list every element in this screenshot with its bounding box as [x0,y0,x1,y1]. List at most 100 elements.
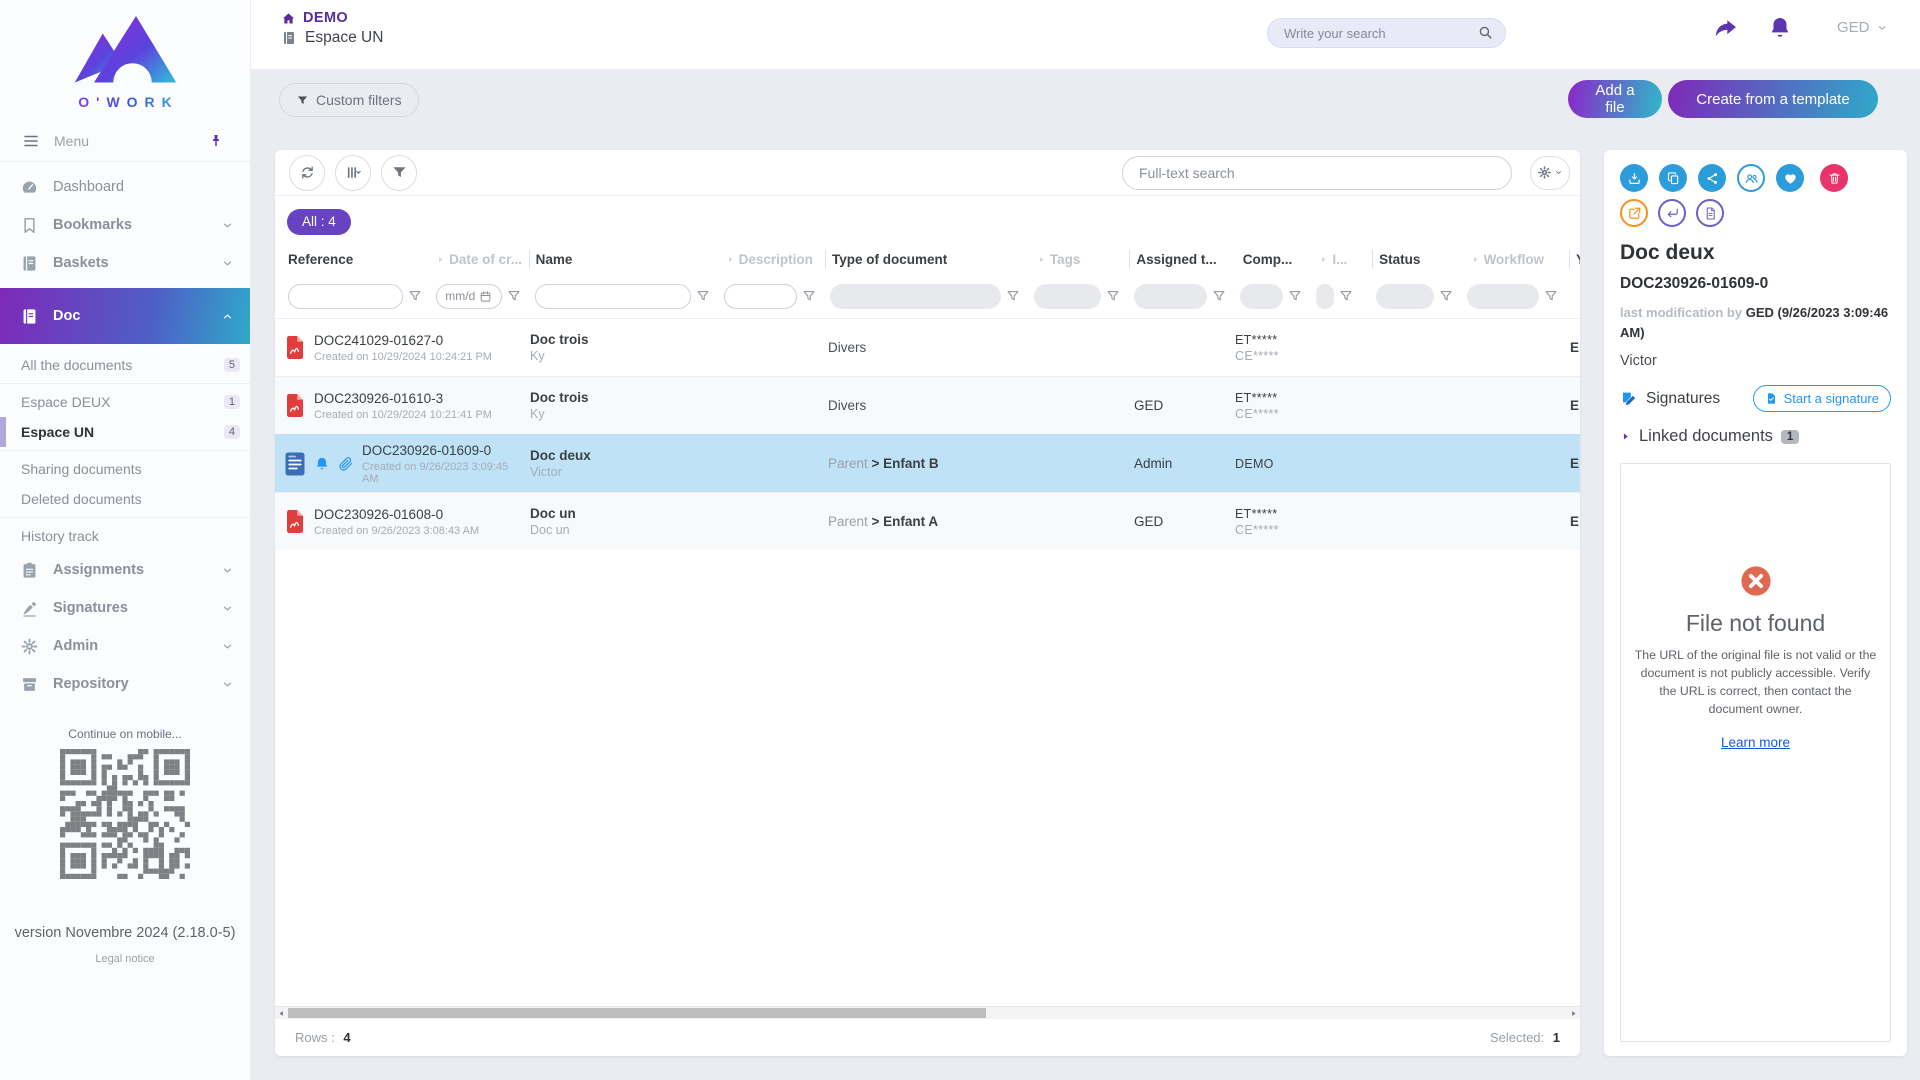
funnel-icon[interactable] [408,289,422,303]
share-arrow-icon[interactable] [1713,15,1739,41]
create-template-button[interactable]: Create from a template [1668,80,1878,118]
filter-input-name[interactable] [535,284,691,309]
scrollbar-thumb[interactable] [288,1008,986,1018]
filter-select-status[interactable] [1376,284,1434,309]
fulltext-search-input[interactable] [1122,156,1512,190]
funnel-icon[interactable] [1006,289,1020,303]
column-header-name[interactable]: Name [530,250,720,268]
download-button[interactable] [1620,164,1648,192]
funnel-icon[interactable] [1339,289,1353,303]
funnel-icon[interactable] [696,289,710,303]
refresh-button[interactable] [289,155,325,191]
custom-filters-button[interactable]: Custom filters [279,83,419,117]
funnel-icon[interactable] [1544,289,1558,303]
assign-users-button[interactable] [1737,164,1765,192]
pin-icon[interactable] [208,133,224,149]
table-row[interactable]: DOC230926-01609-0Created on 9/26/2023 3:… [275,434,1580,492]
sort-arrow-icon[interactable] [726,255,735,264]
menu-toggle[interactable]: Menu [0,120,250,162]
duplicate-button[interactable] [1659,164,1687,192]
sidebar-subitem-sharing-documents[interactable]: Sharing documents [0,454,250,484]
funnel-icon[interactable] [1439,289,1453,303]
table-settings-button[interactable] [1530,156,1570,190]
sidebar-item-dashboard[interactable]: Dashboard [0,168,250,206]
sidebar-subitem-history-track[interactable]: History track [0,521,250,551]
row-reference: DOC230926-01610-3 [314,391,492,406]
open-external-button[interactable] [1620,199,1648,227]
table-row[interactable]: DOC230926-01608-0Created on 9/26/2023 3:… [275,492,1580,550]
share-button[interactable] [1698,164,1726,192]
table-row[interactable]: DOC230926-01610-3Created on 10/29/2024 1… [275,376,1580,434]
breadcrumb-space[interactable]: Espace UN [281,29,383,47]
learn-more-link[interactable]: Learn more [1721,735,1790,750]
global-search-input[interactable] [1267,18,1506,48]
linked-documents-toggle[interactable]: Linked documents 1 [1620,427,1891,446]
column-header-assigned-t[interactable]: Assigned t... [1130,250,1236,268]
sort-arrow-icon[interactable] [1471,255,1480,264]
sidebar-subitem-espace-deux[interactable]: Espace DEUX1 [0,387,250,417]
add-file-button[interactable]: Add a file [1568,80,1662,118]
legal-notice-link[interactable]: Legal notice [0,953,250,965]
sidebar-subitem-label: Deleted documents [21,491,142,507]
sidebar-item-bookmarks[interactable]: Bookmarks [0,206,250,244]
breadcrumb-workspace[interactable]: DEMO [281,10,383,26]
filter-input-reference[interactable] [288,284,403,309]
filter-select-tags[interactable] [1034,284,1100,309]
scroll-left-icon[interactable] [275,1007,288,1019]
user-menu[interactable]: GED [1837,19,1888,36]
column-header-comp[interactable]: Comp... [1237,250,1314,268]
funnel-icon[interactable] [802,289,816,303]
delete-button[interactable] [1820,164,1848,192]
funnel-icon[interactable] [1106,289,1120,303]
filter-button[interactable] [381,155,417,191]
date-filter-input[interactable]: mm/d [436,284,502,309]
sort-arrow-icon[interactable] [1037,255,1046,264]
column-header-reference[interactable]: Reference [282,250,430,268]
funnel-icon[interactable] [507,289,521,303]
sidebar-item-signatures[interactable]: Signatures [0,589,250,627]
book-inverse-icon [20,307,39,326]
error-body: The URL of the original file is not vali… [1634,647,1878,718]
sidebar-item-repository[interactable]: Repository [0,665,250,703]
column-header-type-of-document[interactable]: Type of document [826,250,1031,268]
column-header-i[interactable]: I... [1313,250,1373,268]
table-row[interactable]: DOC241029-01627-0Created on 10/29/2024 1… [275,318,1580,376]
document-view-button[interactable] [1696,199,1724,227]
return-button[interactable] [1658,199,1686,227]
sidebar-item-baskets[interactable]: Baskets [0,244,250,282]
horizontal-scrollbar[interactable] [275,1006,1580,1019]
column-header-date-of-cr[interactable]: Date of cr... [430,250,529,268]
column-header-y[interactable]: Y [1570,250,1580,268]
cell-assigned: GED [1128,398,1235,413]
sidebar-subitem-label: History track [21,528,99,544]
sidebar-subitem-deleted-documents[interactable]: Deleted documents [0,484,250,514]
sidebar-item-assignments[interactable]: Assignments [0,551,250,589]
column-header-status[interactable]: Status [1373,250,1465,268]
column-header-description[interactable]: Description [720,250,826,268]
filter-select-assigned-t[interactable] [1134,284,1207,309]
sidebar: O'WORK Menu DashboardBookmarksBasketsDoc… [0,0,251,1080]
filter-select-i[interactable] [1316,284,1334,309]
filter-select-type-of-document[interactable] [830,284,1001,309]
funnel-icon[interactable] [1212,289,1226,303]
column-header-workflow[interactable]: Workflow [1465,250,1570,268]
funnel-icon[interactable] [1288,289,1302,303]
sidebar-item-admin[interactable]: Admin [0,627,250,665]
bell-icon[interactable] [1767,15,1793,41]
sidebar-subitem-espace-un[interactable]: Espace UN4 [0,417,250,447]
sort-arrow-icon[interactable] [1319,255,1328,264]
columns-button[interactable] [335,155,371,191]
filter-select-workflow[interactable] [1467,284,1539,309]
calendar-icon [479,290,492,303]
favorite-button[interactable] [1776,164,1804,192]
filter-input-description[interactable] [724,284,797,309]
filter-select-comp[interactable] [1240,284,1283,309]
sidebar-subitem-all-the-documents[interactable]: All the documents5 [0,350,250,380]
sort-arrow-icon[interactable] [436,255,445,264]
column-header-tags[interactable]: Tags [1031,250,1130,268]
sidebar-item-doc[interactable]: Doc [0,288,250,344]
all-filter-chip[interactable]: All : 4 [287,209,351,235]
search-icon[interactable] [1477,24,1494,41]
scroll-right-icon[interactable] [1567,1007,1580,1019]
start-signature-button[interactable]: Start a signature [1753,385,1891,412]
